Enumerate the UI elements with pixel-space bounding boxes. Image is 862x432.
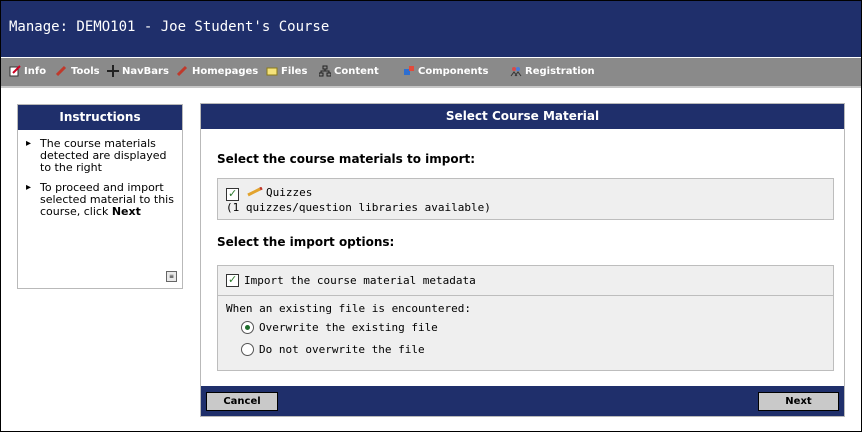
materials-heading: Select the course materials to import: bbox=[217, 152, 476, 166]
quizzes-detail: (1 quizzes/question libraries available) bbox=[226, 201, 491, 214]
toolbar-files[interactable]: Files bbox=[266, 65, 307, 77]
tools-icon bbox=[56, 65, 67, 77]
components-icon bbox=[404, 66, 414, 75]
content-icon bbox=[319, 65, 331, 77]
quizzes-label: Quizzes bbox=[266, 186, 313, 199]
overwrite-label: Overwrite the existing file bbox=[259, 321, 438, 334]
toolbar-homepages[interactable]: Homepages bbox=[177, 65, 258, 77]
overwrite-radio[interactable] bbox=[241, 321, 254, 334]
metadata-label: Import the course material metadata bbox=[244, 274, 476, 287]
toolbar-components-label: Components bbox=[418, 65, 489, 77]
window-title: Manage: DEMO101 - Joe Student's Course bbox=[9, 19, 330, 35]
metadata-option-row: Import the course material metadata bbox=[217, 265, 834, 296]
title-bar: Manage: DEMO101 - Joe Student's Course bbox=[1, 1, 861, 57]
existing-file-options: When an existing file is encountered: Ov… bbox=[217, 295, 834, 371]
instructions-title: Instructions bbox=[18, 105, 182, 130]
instructions-list: The course materials detected are displa… bbox=[18, 138, 182, 218]
toolbar-tools[interactable]: Tools bbox=[56, 65, 100, 77]
folder-icon bbox=[266, 67, 278, 76]
instructions-item-text: To proceed and import selected material … bbox=[40, 181, 174, 218]
quizzes-checkbox[interactable] bbox=[226, 187, 239, 201]
toolbar-homepages-label: Homepages bbox=[192, 65, 259, 77]
instructions-item-text: The course materials detected are displa… bbox=[40, 137, 167, 174]
toolbar-info[interactable]: Info bbox=[9, 65, 46, 77]
toolbar-registration-label: Registration bbox=[525, 65, 595, 77]
panel-title: Select Course Material bbox=[201, 104, 844, 129]
toolbar-navbars-label: NavBars bbox=[122, 65, 169, 77]
toolbar-tools-label: Tools bbox=[71, 65, 100, 77]
toolbar-content[interactable]: Content bbox=[319, 65, 379, 77]
navbars-icon bbox=[107, 65, 119, 77]
pencil-icon bbox=[247, 187, 263, 197]
toolbar-files-label: Files bbox=[281, 65, 308, 77]
no-overwrite-label: Do not overwrite the file bbox=[259, 343, 425, 356]
instructions-item: The course materials detected are displa… bbox=[26, 138, 176, 174]
select-course-material-panel: Select Course Material Select the course… bbox=[200, 103, 845, 417]
toolbar-content-label: Content bbox=[334, 65, 379, 77]
edit-icon bbox=[9, 65, 21, 77]
instructions-item: To proceed and import selected material … bbox=[26, 182, 176, 218]
toolbar-registration[interactable]: Registration bbox=[510, 65, 595, 77]
materials-box: Quizzes (1 quizzes/question libraries av… bbox=[217, 178, 834, 220]
cancel-button[interactable]: Cancel bbox=[206, 392, 278, 411]
metadata-checkbox[interactable] bbox=[226, 273, 239, 287]
next-button[interactable]: Next bbox=[758, 392, 839, 411]
toolbar-components[interactable]: Components bbox=[403, 65, 488, 77]
no-overwrite-radio[interactable] bbox=[241, 343, 254, 356]
registration-icon bbox=[510, 67, 522, 77]
homepages-icon bbox=[177, 65, 188, 77]
options-heading: Select the import options: bbox=[217, 235, 395, 249]
toolbar: Info Tools NavBars Homepages Files Conte… bbox=[1, 58, 861, 87]
panel-footer: Cancel Next bbox=[201, 386, 844, 416]
toolbar-info-label: Info bbox=[24, 65, 47, 77]
toolbar-navbars[interactable]: NavBars bbox=[107, 65, 169, 77]
instructions-panel: Instructions The course materials detect… bbox=[17, 104, 183, 289]
instructions-next-emphasis: Next bbox=[111, 205, 141, 218]
existing-file-prompt: When an existing file is encountered: bbox=[226, 302, 472, 315]
collapse-icon[interactable]: ≡ bbox=[166, 271, 177, 282]
toolbar-divider bbox=[1, 86, 861, 88]
